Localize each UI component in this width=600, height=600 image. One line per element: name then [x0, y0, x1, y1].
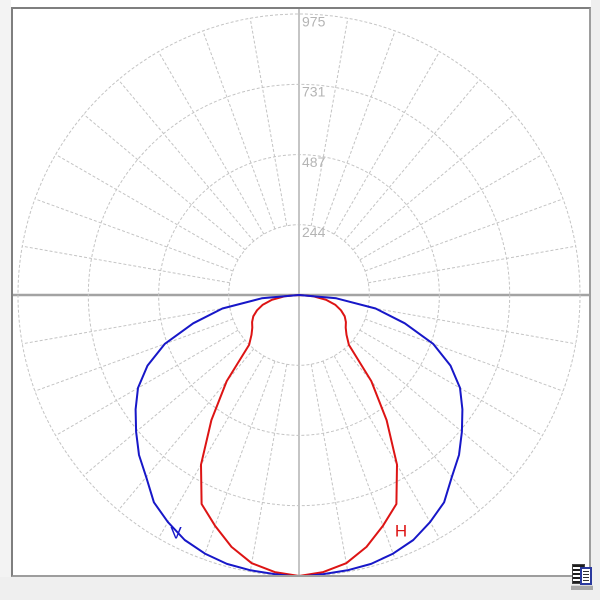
grid-spoke	[365, 199, 563, 271]
grid-spoke	[118, 80, 253, 241]
grid-spoke	[250, 364, 287, 571]
polar-chart: 244 487 731 975 H V	[13, 9, 589, 575]
curve-label-V: V	[170, 523, 182, 542]
document-frame-lines	[583, 571, 589, 581]
ring-label: 975	[302, 13, 326, 29]
grid-spoke	[203, 31, 275, 229]
grid-spoke	[344, 349, 479, 510]
ring-label: 244	[302, 224, 326, 240]
grid-spoke	[353, 340, 514, 475]
window-margin-bottom	[0, 577, 600, 600]
grid-spoke	[360, 154, 542, 259]
ring-label: 731	[302, 84, 326, 100]
ring-label: 487	[302, 154, 326, 170]
grid-spoke	[84, 114, 245, 249]
grid-spoke	[323, 361, 395, 559]
grid-spoke	[84, 340, 245, 475]
window-margin-left	[0, 0, 11, 600]
window-margin-right	[591, 0, 600, 600]
grid-spoke	[334, 356, 439, 538]
document-table-button[interactable]	[571, 563, 595, 593]
grid-spoke	[368, 246, 575, 283]
grid-spoke	[365, 319, 563, 391]
grid-spoke	[158, 52, 263, 234]
grid-spoke	[203, 361, 275, 559]
grid-spoke	[56, 154, 238, 259]
grid-spoke	[250, 18, 287, 225]
grid-spoke	[311, 364, 348, 571]
grid-spoke	[334, 52, 439, 234]
icon-base-shadow	[571, 585, 593, 590]
grid-spoke	[311, 18, 348, 225]
grid-spoke	[368, 307, 575, 344]
grid-spoke	[344, 80, 479, 241]
grid-spoke	[118, 349, 253, 510]
grid-spoke	[35, 199, 233, 271]
grid-spoke	[22, 246, 229, 283]
document-frame-icon	[580, 567, 592, 585]
grid-spoke	[22, 307, 229, 344]
grid-spoke	[158, 356, 263, 538]
grid-spoke	[353, 114, 514, 249]
curve-label-H: H	[395, 521, 407, 540]
chart-area: 244 487 731 975 H V	[13, 9, 589, 575]
grid-spoke	[35, 319, 233, 391]
grid-spoke	[323, 31, 395, 229]
